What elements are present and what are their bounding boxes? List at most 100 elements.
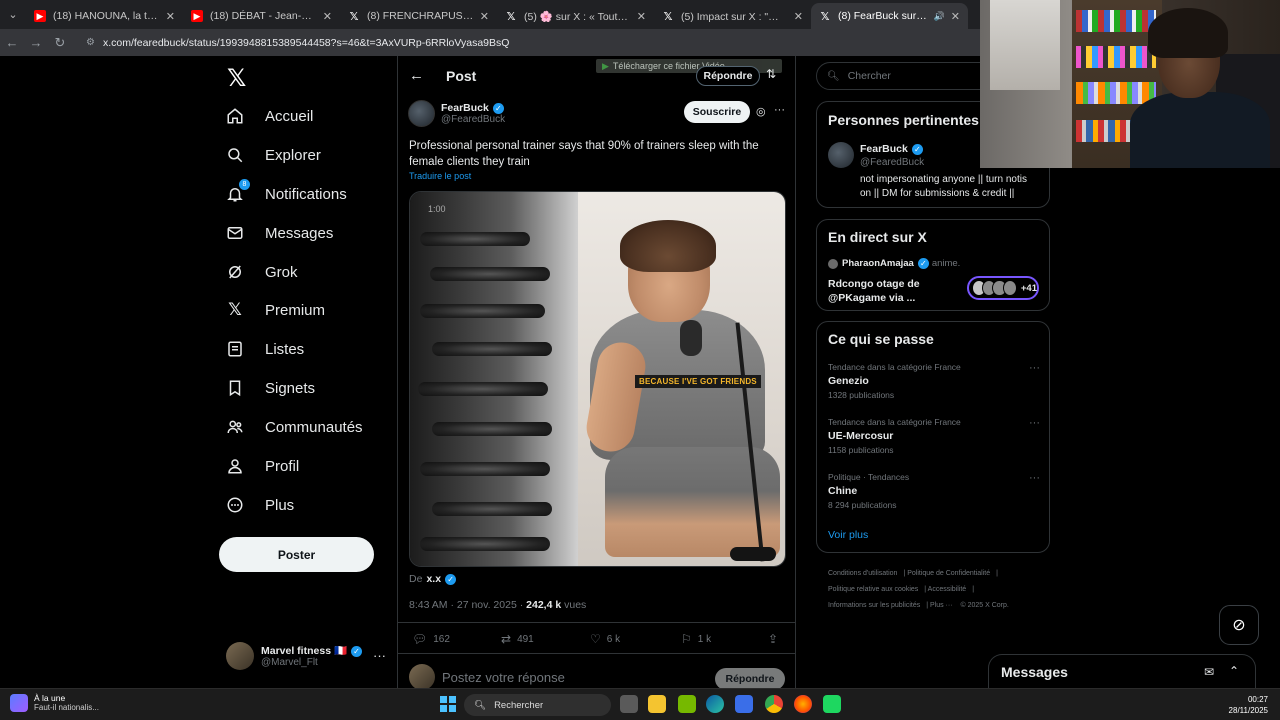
- ads-info-link[interactable]: Informations sur les publicités: [828, 602, 920, 609]
- close-tab-icon[interactable]: ✕: [480, 10, 489, 23]
- source-attribution: De x.x ✓: [409, 573, 457, 585]
- close-tab-icon[interactable]: ✕: [166, 10, 175, 23]
- grok-icon[interactable]: ◎: [756, 105, 766, 118]
- nav-item-messages[interactable]: Messages: [226, 219, 333, 247]
- user-handle[interactable]: @FearedBuck: [860, 157, 924, 168]
- accessibility-link[interactable]: Accessibilité: [928, 586, 967, 593]
- live-participants[interactable]: +41: [967, 276, 1039, 300]
- trend-item[interactable]: Tendance dans la catégorie France UE-Mer…: [828, 417, 1040, 455]
- nvidia-icon[interactable]: [678, 695, 696, 713]
- close-tab-icon[interactable]: ✕: [794, 10, 803, 23]
- back-arrow-icon[interactable]: ←: [0, 35, 24, 50]
- bell-icon: 8: [226, 179, 250, 203]
- avatar[interactable]: [408, 100, 435, 127]
- url-field[interactable]: ⚙ x.com/fearedbuck/status/19939488153895…: [86, 37, 509, 49]
- edge-icon[interactable]: [706, 695, 724, 713]
- widgets-icon: [10, 693, 28, 712]
- source-author-link[interactable]: x.x: [426, 573, 441, 585]
- grok-floating-button[interactable]: ⊘: [1219, 605, 1259, 645]
- x-icon: 𝕏: [349, 10, 359, 23]
- nav-item-notifications[interactable]: 8 Notifications: [226, 179, 347, 208]
- messages-drawer[interactable]: Messages ✉ ⌃: [988, 654, 1256, 690]
- translate-link[interactable]: Traduire le post: [409, 171, 471, 181]
- expand-icon[interactable]: ⌃: [1229, 664, 1239, 678]
- nav-item-communities[interactable]: Communautés: [226, 413, 363, 441]
- file-explorer-icon[interactable]: [648, 695, 666, 713]
- store-icon[interactable]: [735, 695, 753, 713]
- account-switcher[interactable]: Marvel fitness 🇫🇷 ✓ @Marvel_Flt ···: [226, 642, 386, 670]
- nav-item-more[interactable]: Plus: [226, 491, 294, 519]
- reply-input[interactable]: Postez votre réponse: [442, 670, 565, 685]
- like-action[interactable]: ♡ 6 k: [590, 632, 620, 646]
- more-dots-icon[interactable]: ···: [373, 648, 386, 663]
- repost-icon: ⇄: [501, 632, 512, 646]
- main-column: ← Post ▶ Télécharger ce fichier Vidéo Ré…: [397, 56, 796, 690]
- more-dots-icon[interactable]: ···: [1029, 362, 1040, 374]
- close-tab-icon[interactable]: ✕: [323, 10, 332, 23]
- more-dots-icon[interactable]: ···: [1029, 417, 1040, 429]
- privacy-link[interactable]: Politique de Confidentialité: [907, 570, 990, 577]
- live-topic[interactable]: Rdcongo otage de @PKagame via ...: [828, 277, 958, 305]
- video-frame-left: [410, 192, 578, 566]
- post-button[interactable]: Poster: [219, 537, 374, 572]
- x-logo-icon[interactable]: 𝕏: [227, 64, 246, 93]
- copyright: © 2025 X Corp.: [960, 602, 1009, 609]
- task-view-icon[interactable]: [620, 695, 638, 713]
- firefox-icon[interactable]: [794, 695, 812, 713]
- taskbar-search[interactable]: 🔍︎ Rechercher: [464, 694, 611, 716]
- reload-icon[interactable]: ↻: [48, 35, 72, 51]
- cookies-link[interactable]: Politique relative aux cookies: [828, 586, 918, 593]
- show-more-link[interactable]: Voir plus: [828, 529, 868, 541]
- back-arrow-icon[interactable]: ←: [409, 67, 424, 84]
- bookmark-action[interactable]: ⚐ 1 k: [681, 632, 711, 646]
- browser-tab[interactable]: ▶ (18) DÉBAT - Jean-Luc Mélench ✕: [183, 3, 340, 29]
- browser-tab-active[interactable]: 𝕏 (8) FearBuck sur X : "Profes 🔊 ✕: [811, 3, 968, 29]
- nav-item-bookmarks[interactable]: Signets: [226, 374, 315, 402]
- settings-sliders-icon[interactable]: ⇅: [766, 67, 776, 81]
- browser-tab[interactable]: ▶ (18) HANOUNA, la télé français ✕: [26, 3, 183, 29]
- nav-item-grok[interactable]: Grok: [226, 258, 298, 286]
- close-tab-icon[interactable]: ✕: [951, 10, 960, 23]
- x-icon: 𝕏: [228, 300, 242, 319]
- reply-action[interactable]: 💬︎ 162: [412, 632, 450, 646]
- more-dots-icon[interactable]: ···: [774, 104, 785, 116]
- nav-item-profile[interactable]: Profil: [226, 452, 299, 480]
- browser-tab[interactable]: 𝕏 (5) Impact sur X : "🚨🇫🇷 ALE ✕: [654, 3, 811, 29]
- more-footer-link[interactable]: Plus ···: [930, 602, 953, 609]
- repost-action[interactable]: ⇄ 491: [501, 632, 534, 646]
- trend-item[interactable]: Politique · Tendances Chine 8 294 public…: [828, 472, 1040, 510]
- post-video[interactable]: 1:00 BECAUSE I'VE GOT FRIENDS: [409, 191, 786, 567]
- system-clock[interactable]: 00:27 28/11/2025: [1229, 694, 1268, 716]
- app-icon[interactable]: [823, 695, 841, 713]
- subscribe-button[interactable]: Souscrire: [684, 101, 750, 123]
- site-info-icon[interactable]: ⚙: [86, 37, 95, 48]
- video-caption: BECAUSE I'VE GOT FRIENDS: [635, 375, 761, 388]
- author-handle[interactable]: @FearedBuck: [441, 114, 505, 125]
- trend-item[interactable]: Tendance dans la catégorie France Genezi…: [828, 362, 1040, 400]
- tab-search-button[interactable]: ⌄: [0, 0, 26, 29]
- post-author[interactable]: FearBuck ✓ @FearedBuck: [408, 100, 505, 127]
- nav-item-explore[interactable]: Explorer: [226, 141, 321, 169]
- nav-item-lists[interactable]: Listes: [226, 335, 304, 363]
- news-widget[interactable]: À la une Faut-il nationalis...: [10, 693, 99, 712]
- reply-button[interactable]: Répondre: [696, 66, 760, 86]
- forward-arrow-icon[interactable]: →: [24, 35, 48, 50]
- browser-tab[interactable]: 𝕏 (5) 🌸 sur X : « Tout ça parce c ✕: [497, 3, 654, 29]
- user-name[interactable]: FearBuck ✓: [860, 143, 923, 155]
- verified-badge-icon: ✓: [911, 143, 923, 155]
- terms-link[interactable]: Conditions d'utilisation: [828, 570, 897, 577]
- more-dots-icon[interactable]: ···: [1029, 472, 1040, 484]
- speaker-icon[interactable]: 🔊: [934, 11, 945, 22]
- browser-tab[interactable]: 𝕏 (8) FRENCHRAPUS us sur X : " ✕: [340, 3, 497, 29]
- nav-item-premium[interactable]: 𝕏 Premium: [226, 296, 325, 324]
- live-host[interactable]: PharaonAmajaa ✓ anime.: [828, 258, 960, 269]
- share-action[interactable]: ⇪: [768, 632, 784, 646]
- chrome-icon[interactable]: [765, 695, 783, 713]
- reply-submit-button[interactable]: Répondre: [715, 668, 785, 690]
- new-message-icon[interactable]: ✉: [1204, 665, 1214, 679]
- close-tab-icon[interactable]: ✕: [637, 10, 646, 23]
- start-button[interactable]: [440, 696, 456, 712]
- author-name[interactable]: FearBuck ✓: [441, 102, 505, 114]
- avatar[interactable]: [828, 142, 854, 168]
- nav-item-home[interactable]: Accueil: [226, 102, 313, 130]
